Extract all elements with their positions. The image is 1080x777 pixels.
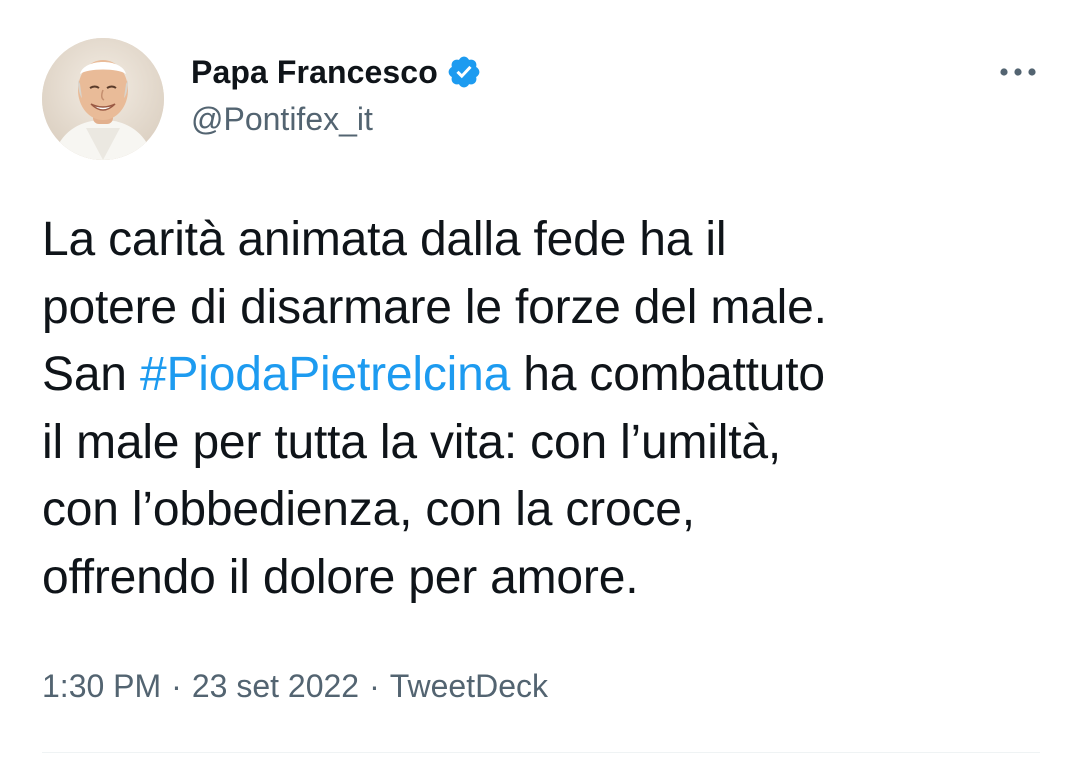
tweet-line: con l’obbedienza, con la croce, (42, 476, 1042, 544)
tweet-text-segment: ha combattuto (510, 348, 825, 401)
tweet-source[interactable]: TweetDeck (390, 668, 548, 704)
more-options-icon[interactable] (996, 58, 1040, 86)
tweet-text-segment: potere di disarmare le forze del male. (42, 280, 827, 334)
hashtag-link[interactable]: #PiodaPietrelcina (140, 348, 510, 401)
avatar[interactable] (42, 38, 164, 160)
meta-separator: · (171, 668, 182, 704)
tweet-line: potere di disarmare le forze del male. (42, 274, 1042, 342)
tweet-text-segment: il male per tutta la vita: con l’umiltà, (42, 415, 781, 469)
tweet-text-segment: con l’obbedienza, con la croce, (42, 483, 695, 536)
author-name-row: Papa Francesco (191, 52, 482, 92)
tweet-date[interactable]: 23 set 2022 (192, 668, 359, 704)
tweet-line: San #PiodaPietrelcina ha combattuto (42, 341, 1042, 409)
divider (42, 752, 1040, 753)
avatar-photo-icon (42, 38, 164, 160)
tweet-line: offrendo il dolore per amore. (42, 544, 1042, 612)
tweet-card: Papa Francesco @Pontifex_it La carità an… (0, 0, 1080, 777)
tweet-text: La carità animata dalla fede ha il poter… (42, 206, 1042, 611)
tweet-meta: 1:30 PM · 23 set 2022 · TweetDeck (42, 668, 548, 705)
tweet-text-segment: San (42, 348, 140, 401)
tweet-time[interactable]: 1:30 PM (42, 668, 161, 704)
tweet-text-segment: offrendo il dolore per amore. (42, 550, 639, 604)
tweet-line: La carità animata dalla fede ha il (42, 206, 1042, 274)
meta-separator: · (369, 668, 380, 704)
display-name[interactable]: Papa Francesco (191, 54, 438, 91)
tweet-text-segment: La carità animata dalla fede ha il (42, 213, 727, 266)
author-handle[interactable]: @Pontifex_it (191, 101, 373, 138)
verified-badge-icon (446, 54, 482, 90)
tweet-line: il male per tutta la vita: con l’umiltà, (42, 409, 1042, 477)
